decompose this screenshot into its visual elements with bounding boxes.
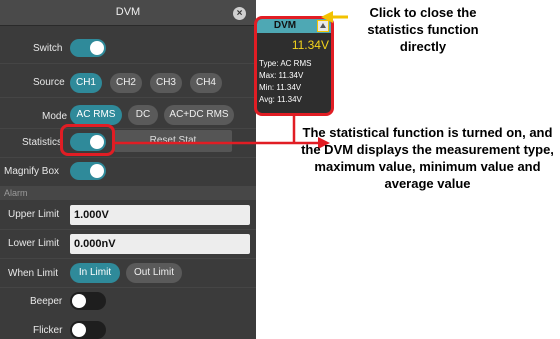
close-callout-arrowhead	[321, 11, 333, 23]
close-callout-text: Click to close the statistics function d…	[367, 5, 479, 54]
statistics-callout-text: The statistical function is turned on, a…	[301, 125, 554, 191]
